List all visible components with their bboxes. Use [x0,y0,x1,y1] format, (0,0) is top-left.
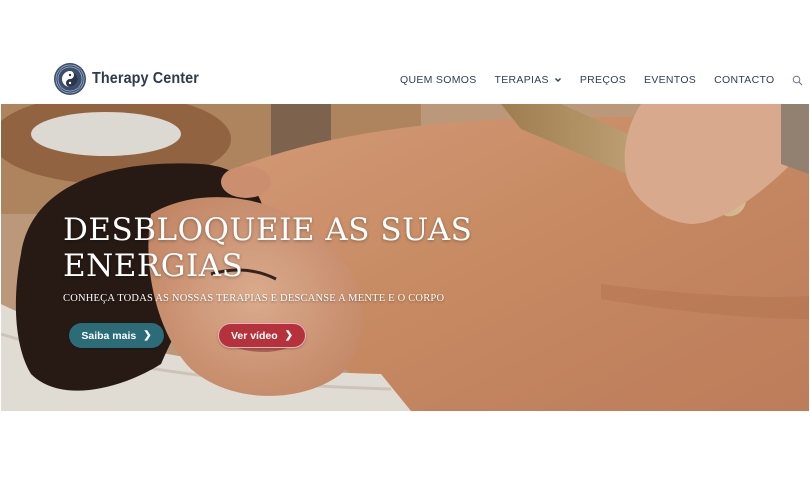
saiba-mais-button[interactable]: Saiba mais ❯ [69,323,164,348]
nav-item-contacto[interactable]: CONTACTO [714,74,774,86]
search-icon[interactable] [792,75,803,86]
ver-video-button[interactable]: Ver vídeo ❯ [218,323,306,348]
nav-item-quem-somos[interactable]: QUEM SOMOS [400,74,477,86]
site-header: Therapy Center QUEM SOMOS TERAPIAS PREÇO… [0,46,810,104]
chevron-right-icon: ❯ [284,330,294,341]
brand-logo[interactable]: Therapy Center [53,63,211,95]
main-nav: QUEM SOMOS TERAPIAS PREÇOS EVENTOS CONTA… [400,72,803,88]
nav-item-label: PREÇOS [579,74,627,86]
chevron-right-icon: ❯ [143,330,152,341]
nav-item-label: EVENTOS [644,74,697,86]
nav-item-eventos[interactable]: EVENTOS [644,74,696,86]
hero-subtitle: CONHEÇA TODAS AS NOSSAS TERAPIAS E DESCA… [63,293,445,304]
ver-video-label: Ver vídeo [230,329,278,342]
hero-banner: DESBLOQUEIE AS SUAS ENERGIAS CONHEÇA TOD… [1,104,809,411]
hero-title: DESBLOQUEIE AS SUAS ENERGIAS [63,212,473,284]
saiba-mais-label: Saiba mais [81,329,137,342]
nav-item-terapias[interactable]: TERAPIAS [495,74,562,86]
nav-item-label: QUEM SOMOS [400,74,477,86]
chevron-down-icon [554,78,561,82]
brand-name: Therapy Center [92,70,199,87]
nav-item-label: TERAPIAS [494,74,549,86]
nav-item-label: CONTACTO [714,74,775,86]
yin-yang-mandala-icon [54,63,86,95]
nav-item-precos[interactable]: PREÇOS [580,74,626,86]
